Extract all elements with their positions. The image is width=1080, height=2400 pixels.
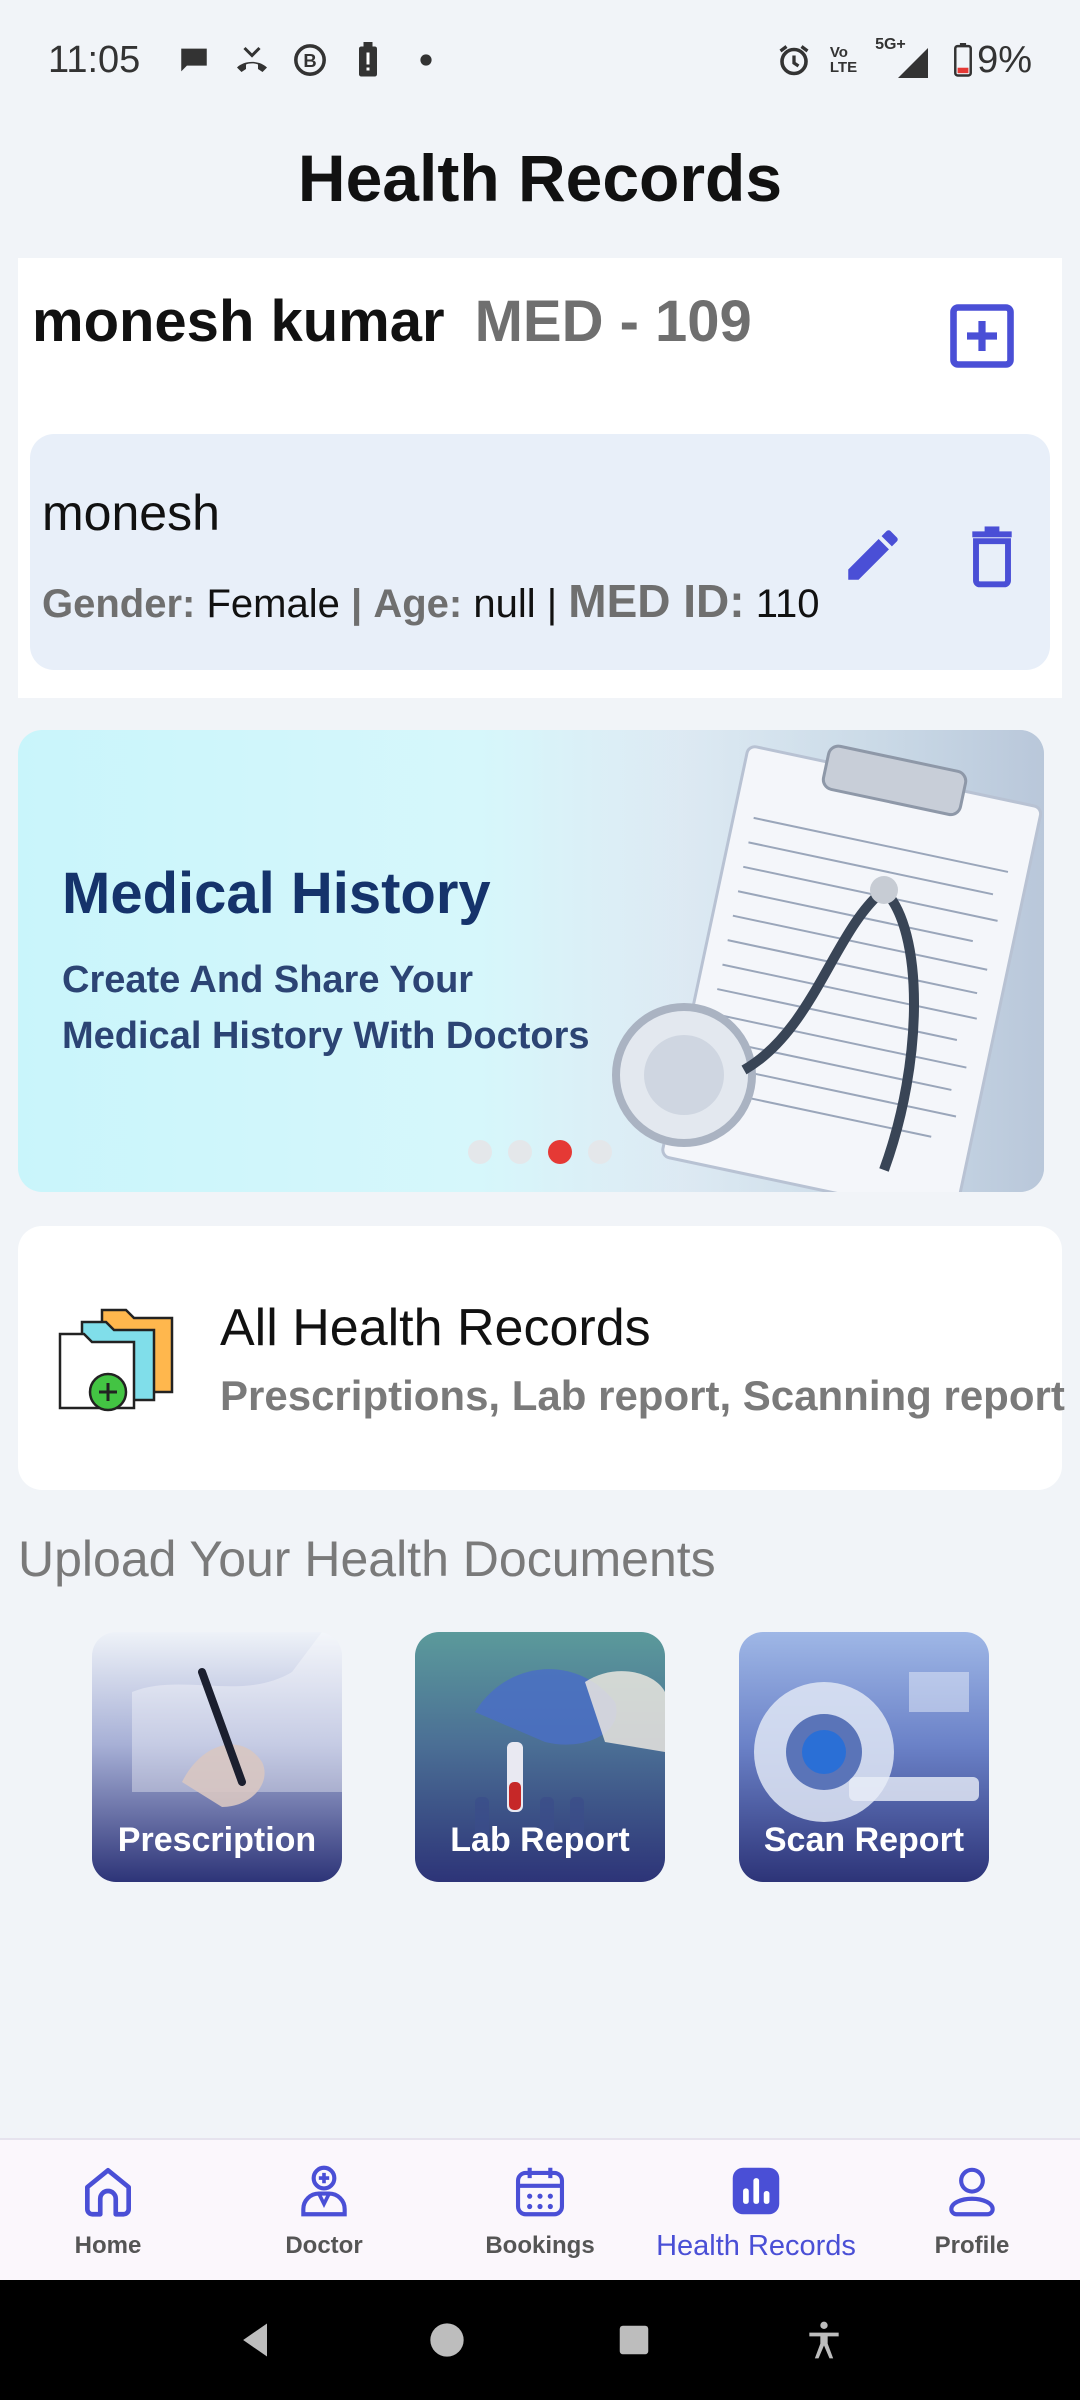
family-member-card[interactable]: monesh Gender: Female | Age: null | MED …	[30, 434, 1050, 670]
nav-home[interactable]: Home	[0, 2140, 216, 2280]
med-id-value: 110	[755, 582, 820, 626]
profile-header: monesh kumar MED - 109	[32, 288, 752, 355]
prescription-upload-tile[interactable]: Prescription	[92, 1632, 342, 1882]
profile-icon	[949, 2167, 995, 2217]
all-health-records-card[interactable]: All Health Records Prescriptions, Lab re…	[18, 1226, 1065, 1490]
carousel-dot-active[interactable]	[548, 1140, 572, 1164]
tile-label: Scan Report	[763, 1821, 965, 1859]
age-value: null	[473, 582, 536, 626]
edit-member-button[interactable]	[840, 522, 906, 588]
nav-label: Profile	[934, 2232, 1010, 2259]
profile-card: monesh kumar MED - 109 monesh Gender: Fe…	[18, 258, 1062, 698]
carousel-dot[interactable]	[468, 1140, 492, 1164]
health-records-icon	[732, 2167, 780, 2215]
delete-member-button[interactable]	[962, 524, 1022, 588]
profile-name: monesh kumar	[32, 289, 445, 354]
volte-indicator: Vo LTE	[829, 44, 858, 76]
records-title: All Health Records	[220, 1299, 651, 1357]
carousel-dot[interactable]	[588, 1140, 612, 1164]
nav-bookings[interactable]: Bookings	[432, 2140, 648, 2280]
edit-pencil-icon	[848, 530, 898, 580]
status-bar: 11:05 B Vo LTE 5G+ 9%	[0, 0, 1080, 120]
chat-notification-icon	[176, 42, 212, 78]
banner-subtitle: Create And Share Your Medical History Wi…	[62, 959, 590, 1057]
svg-text:B: B	[304, 50, 317, 71]
page-title: Health Records	[297, 141, 783, 215]
battery-percent: 9%	[977, 38, 1032, 81]
system-navigation-bar	[0, 2280, 1080, 2400]
tile-label: Prescription	[117, 1821, 317, 1859]
nav-label: Home	[74, 2232, 142, 2259]
trash-icon	[972, 526, 1012, 588]
med-id-label: MED ID:	[568, 575, 745, 627]
member-name: monesh	[42, 485, 220, 541]
calendar-icon	[515, 2167, 565, 2217]
alarm-icon	[776, 42, 812, 78]
nav-label: Doctor	[285, 2232, 363, 2259]
battery-low-icon: 9%	[953, 39, 1032, 81]
carousel-indicator	[468, 1140, 612, 1164]
more-notifications-dot-icon	[408, 42, 444, 78]
tile-label: Lab Report	[450, 1821, 630, 1859]
member-details: Gender: Female | Age: null | MED ID: 110	[42, 574, 819, 628]
accessibility-icon[interactable]	[802, 2318, 846, 2362]
upload-section-heading: Upload Your Health Documents	[18, 1531, 716, 1587]
age-label: Age:	[373, 582, 463, 626]
missed-call-icon	[234, 42, 270, 78]
nav-label: Bookings	[485, 2232, 595, 2259]
home-button-icon[interactable]	[427, 2320, 467, 2360]
separator: |	[546, 582, 558, 626]
separator: |	[351, 582, 363, 626]
nav-doctor[interactable]: Doctor	[216, 2140, 432, 2280]
bottom-navigation: Home Doctor Bookings Health Records Prof…	[0, 2138, 1080, 2280]
medical-history-banner[interactable]: Medical History Create And Share Your Me…	[18, 730, 1044, 1192]
lab-report-upload-tile[interactable]: Lab Report	[415, 1632, 665, 1882]
back-icon[interactable]	[234, 2318, 278, 2362]
nav-health-records[interactable]: Health Records	[648, 2140, 864, 2280]
profile-med-id: MED - 109	[474, 289, 752, 354]
doctor-icon	[301, 2165, 347, 2217]
network-type-label: 5G+	[875, 36, 906, 53]
signal-icon: 5G+	[875, 36, 935, 78]
recents-icon[interactable]	[615, 2321, 653, 2359]
b-circle-icon: B	[292, 42, 328, 78]
gender-label: Gender:	[42, 582, 196, 626]
records-subtitle: Prescriptions, Lab report, Scanning repo…	[220, 1372, 1065, 1419]
banner-title: Medical History	[62, 861, 491, 926]
add-member-button[interactable]	[946, 300, 1018, 372]
nav-profile[interactable]: Profile	[864, 2140, 1080, 2280]
nav-label: Health Records	[656, 2230, 856, 2262]
clipboard-stethoscope-illustration	[584, 730, 1044, 1192]
add-box-icon	[950, 304, 1014, 368]
scan-report-upload-tile[interactable]: Scan Report	[739, 1632, 989, 1882]
battery-alert-icon	[350, 42, 386, 78]
carousel-dot[interactable]	[508, 1140, 532, 1164]
gender-value: Female	[206, 582, 340, 626]
home-icon	[85, 2168, 131, 2217]
folder-add-icon	[58, 1308, 174, 1412]
status-time: 11:05	[48, 38, 141, 81]
